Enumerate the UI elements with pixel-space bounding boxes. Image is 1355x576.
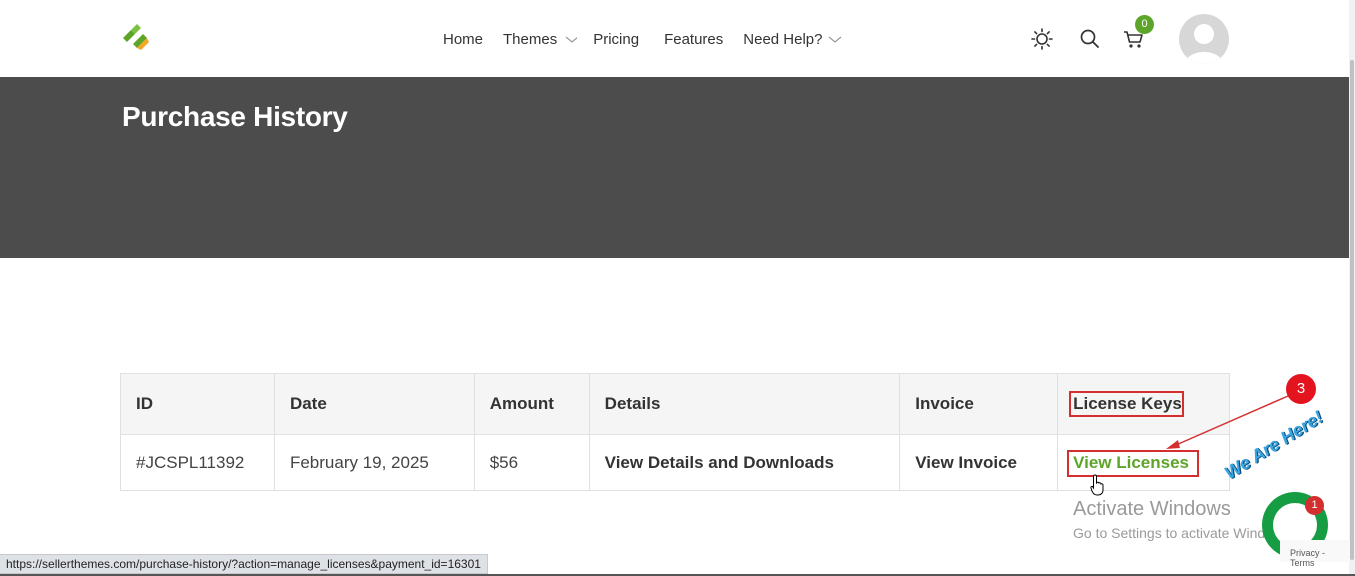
site-header: Home Themes Pricing Features Need Help?: [0, 0, 1355, 77]
cart-count-badge: 0: [1135, 15, 1154, 34]
scrollbar-thumb[interactable]: [1350, 60, 1354, 560]
nav-need-help[interactable]: Need Help?: [743, 31, 842, 48]
cell-amount: $56: [473, 434, 590, 491]
search-icon[interactable]: [1079, 28, 1101, 50]
header-license-keys: License Keys: [1057, 373, 1230, 435]
header-id: ID: [120, 373, 275, 435]
user-silhouette-icon: [1185, 24, 1223, 64]
header-details: Details: [588, 373, 901, 435]
main-nav: Home Themes Pricing Features Need Help?: [443, 28, 842, 50]
header-date: Date: [273, 373, 475, 435]
nav-features[interactable]: Features: [664, 31, 723, 48]
chevron-down-icon: [829, 36, 842, 43]
site-logo-icon[interactable]: [121, 24, 151, 52]
nav-themes[interactable]: Themes: [503, 30, 578, 48]
page-scrollbar[interactable]: [1349, 0, 1355, 576]
nav-pricing-label: Pricing: [593, 30, 640, 48]
header-amount: Amount: [473, 373, 590, 435]
sun-icon[interactable]: [1031, 28, 1053, 50]
view-invoice-link[interactable]: View Invoice: [915, 453, 1017, 472]
table-row: #JCSPL11392 February 19, 2025 $56 View D…: [120, 434, 1230, 491]
nav-pricing[interactable]: Pricing: [593, 31, 639, 48]
windows-activation-watermark: Activate Windows Go to Settings to activ…: [1073, 498, 1294, 541]
nav-themes-label: Themes: [503, 30, 558, 48]
page-title: Purchase History: [122, 101, 348, 132]
step-number-badge: 3: [1286, 374, 1316, 404]
purchase-history-table: ID Date Amount Details Invoice License K…: [120, 373, 1230, 491]
table-header-row: ID Date Amount Details Invoice License K…: [120, 373, 1230, 435]
page-hero: Purchase History: [0, 77, 1353, 258]
chevron-down-icon: [565, 36, 578, 43]
recaptcha-badge[interactable]: Privacy - Terms: [1280, 540, 1350, 568]
cell-date: February 19, 2025: [273, 434, 475, 491]
avatar[interactable]: [1179, 14, 1229, 64]
nav-home-label: Home: [443, 30, 484, 48]
view-licenses-link[interactable]: View Licenses: [1073, 453, 1189, 472]
watermark-subtitle: Go to Settings to activate Windows.: [1073, 525, 1294, 541]
view-details-link[interactable]: View Details and Downloads: [605, 453, 834, 472]
cell-id: #JCSPL11392: [120, 434, 275, 491]
nav-home[interactable]: Home: [443, 31, 483, 48]
header-invoice: Invoice: [899, 373, 1059, 435]
chat-tagline: We Are Here!: [1220, 406, 1327, 484]
nav-need-help-label: Need Help?: [743, 30, 823, 48]
watermark-title: Activate Windows: [1073, 498, 1231, 520]
hand-cursor-icon: [1090, 474, 1104, 496]
browser-status-url: https://sellerthemes.com/purchase-histor…: [0, 554, 488, 574]
chat-unread-badge: 1: [1305, 496, 1324, 515]
nav-features-label: Features: [664, 30, 724, 48]
